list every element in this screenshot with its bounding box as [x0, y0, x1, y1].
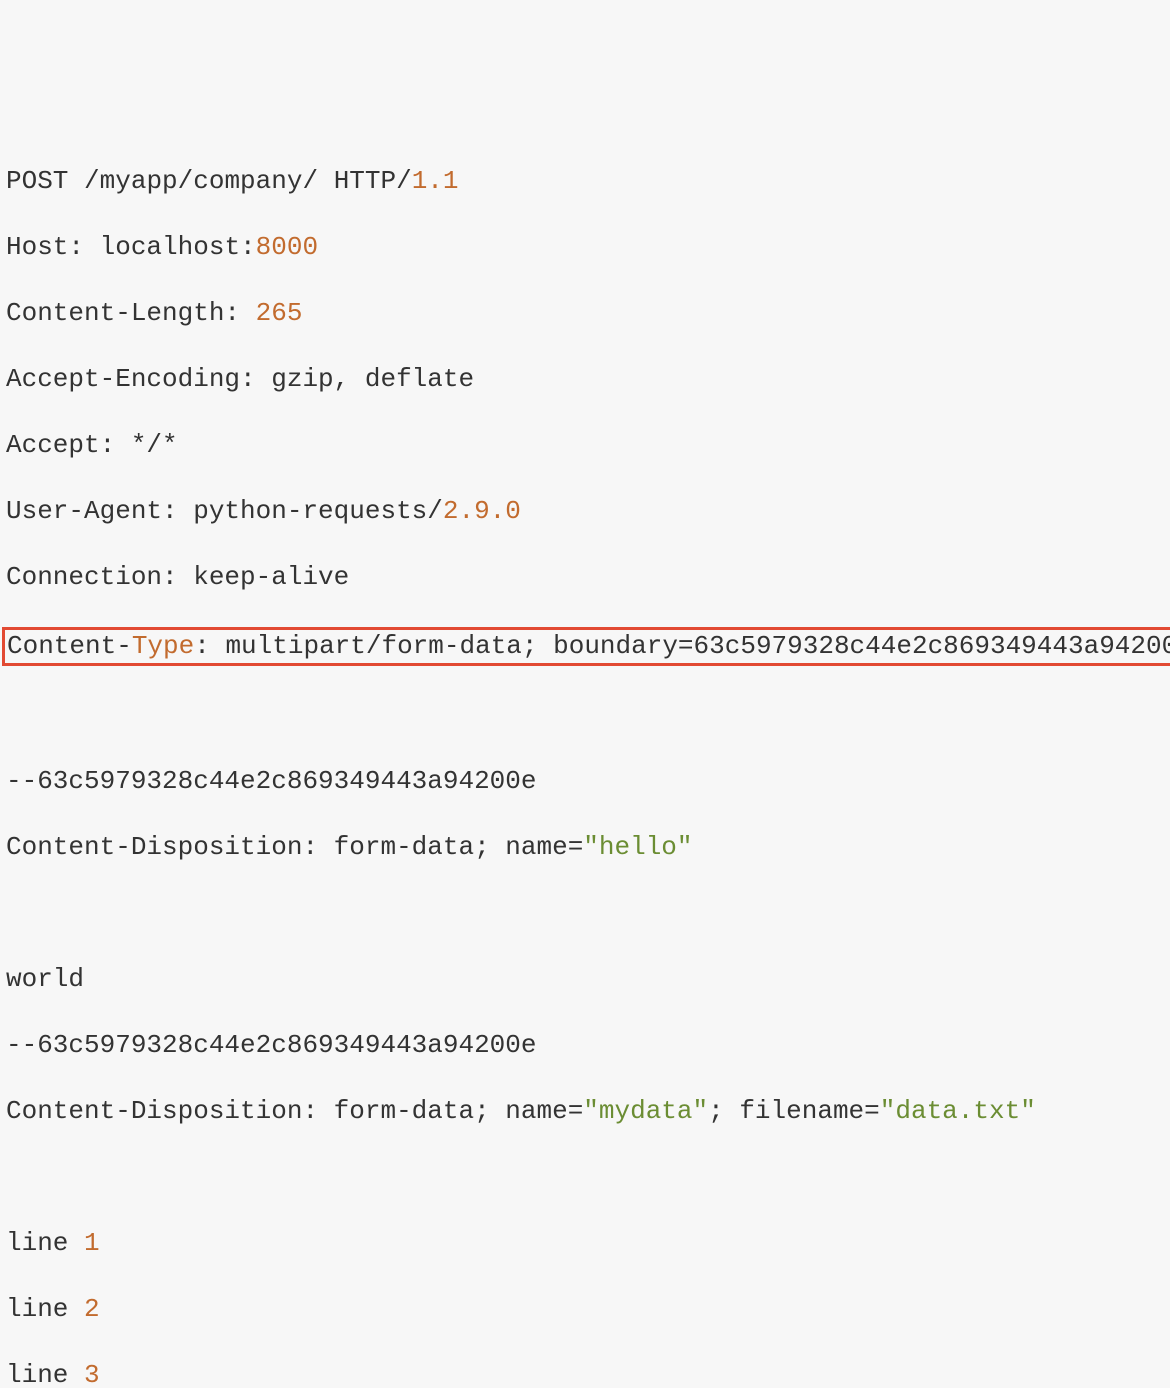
- protocol-version: 1.1: [412, 166, 459, 196]
- protocol-prefix: HTTP/: [334, 166, 412, 196]
- content-length-value: 265: [256, 298, 303, 328]
- http-request-code: POST /myapp/company/ HTTP/1.1 Host: loca…: [6, 132, 1164, 1388]
- content-disposition-1: Content-Disposition: form-data; name="he…: [6, 831, 1164, 864]
- host-port: 8000: [256, 232, 318, 262]
- accept-header: Accept: */*: [6, 429, 1164, 462]
- user-agent-header: User-Agent: python-requests/2.9.0: [6, 495, 1164, 528]
- form-value-1: world: [6, 963, 1164, 996]
- content-type-keyword: Type: [132, 631, 194, 661]
- connection-header: Connection: keep-alive: [6, 561, 1164, 594]
- file-line-num: 3: [84, 1360, 100, 1388]
- file-line-num: 2: [84, 1294, 100, 1324]
- content-length-header: Content-Length: 265: [6, 297, 1164, 330]
- accept-encoding-header: Accept-Encoding: gzip, deflate: [6, 363, 1164, 396]
- request-path: /myapp/company/: [84, 166, 318, 196]
- host-label: Host:: [6, 232, 100, 262]
- content-length-label: Content-Length:: [6, 298, 256, 328]
- content-type-highlight: Content-Type: multipart/form-data; bound…: [6, 627, 1164, 666]
- boundary-line: --63c5979328c44e2c869349443a94200e: [6, 765, 1164, 798]
- disp2-name: "mydata": [583, 1096, 708, 1126]
- user-agent-version: 2.9.0: [443, 496, 521, 526]
- blank-line: [6, 1161, 1164, 1194]
- file-line-1: line 1: [6, 1227, 1164, 1260]
- file-line-num: 1: [84, 1228, 100, 1258]
- host-value: localhost:: [100, 232, 256, 262]
- file-line-label: line: [6, 1360, 84, 1388]
- content-type-prefix: Content-: [7, 631, 132, 661]
- boundary-line: --63c5979328c44e2c869349443a94200e: [6, 1029, 1164, 1062]
- disp2-mid: ; filename=: [708, 1096, 880, 1126]
- file-line-3: line 3: [6, 1359, 1164, 1388]
- highlight-box: Content-Type: multipart/form-data; bound…: [2, 627, 1170, 666]
- user-agent-label: User-Agent: python-requests/: [6, 496, 443, 526]
- http-method: POST: [6, 166, 68, 196]
- content-type-value: : multipart/form-data; boundary=63c59793…: [194, 631, 1170, 661]
- disp1-prefix: Content-Disposition: form-data; name=: [6, 832, 583, 862]
- content-disposition-2: Content-Disposition: form-data; name="my…: [6, 1095, 1164, 1128]
- disp2-filename: "data.txt": [880, 1096, 1036, 1126]
- file-line-2: line 2: [6, 1293, 1164, 1326]
- file-line-label: line: [6, 1294, 84, 1324]
- host-header: Host: localhost:8000: [6, 231, 1164, 264]
- blank-line: [6, 897, 1164, 930]
- file-line-label: line: [6, 1228, 84, 1258]
- disp2-prefix: Content-Disposition: form-data; name=: [6, 1096, 583, 1126]
- blank-line: [6, 699, 1164, 732]
- request-line: POST /myapp/company/ HTTP/1.1: [6, 165, 1164, 198]
- disp1-name: "hello": [583, 832, 692, 862]
